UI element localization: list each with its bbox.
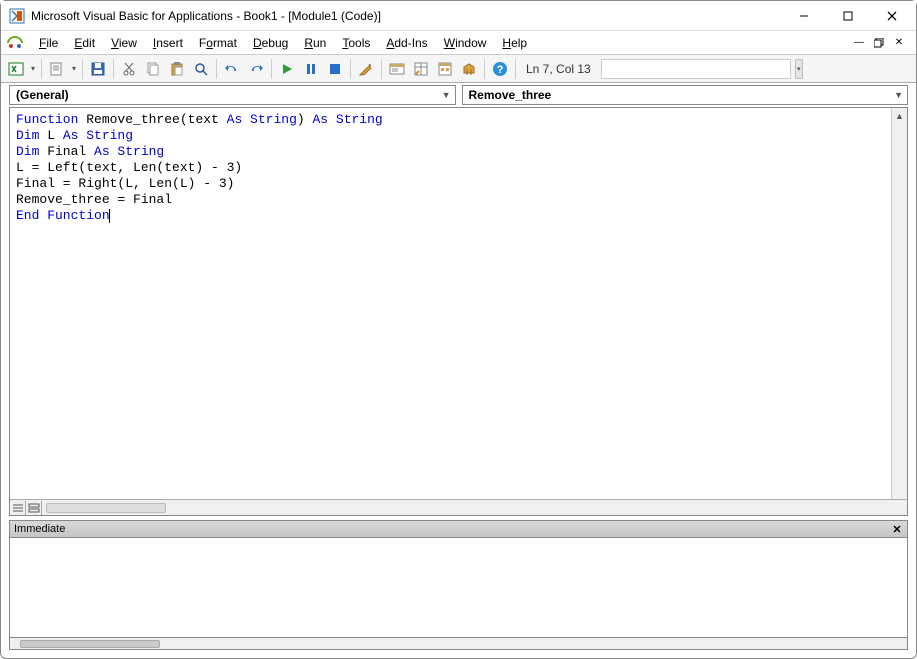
help-button[interactable]: ? — [489, 58, 511, 80]
code-footer — [10, 499, 907, 515]
view-excel-button[interactable] — [5, 58, 27, 80]
reset-button[interactable] — [324, 58, 346, 80]
immediate-scrollbar[interactable] — [9, 638, 908, 650]
menu-window[interactable]: Window — [436, 34, 495, 52]
toolbox-button[interactable] — [458, 58, 480, 80]
vertical-scrollbar[interactable]: ▲ — [891, 108, 907, 499]
procedure-view-button[interactable] — [10, 501, 26, 515]
menu-file[interactable]: File — [31, 34, 66, 52]
vba-icon — [5, 33, 25, 53]
procedure-combo-value: Remove_three — [469, 88, 895, 102]
menu-edit[interactable]: Edit — [66, 34, 103, 52]
full-module-view-button[interactable] — [26, 501, 42, 515]
find-button[interactable] — [190, 58, 212, 80]
object-combo-value: (General) — [16, 88, 442, 102]
toolbar: ▾ ▾ ? Ln 7, Col 13 ▾ — [1, 55, 916, 83]
code-text[interactable]: Function Remove_three(text As String) As… — [10, 108, 907, 228]
project-explorer-button[interactable] — [386, 58, 408, 80]
menu-help[interactable]: Help — [494, 34, 535, 52]
immediate-close-button[interactable]: ✕ — [889, 521, 905, 537]
menu-tools[interactable]: Tools — [334, 34, 378, 52]
immediate-body[interactable] — [9, 538, 908, 638]
chevron-down-icon: ▼ — [442, 90, 451, 100]
minimize-button[interactable] — [782, 2, 826, 30]
app-icon — [9, 8, 25, 24]
window-title: Microsoft Visual Basic for Applications … — [31, 9, 782, 23]
copy-button[interactable] — [142, 58, 164, 80]
properties-button[interactable] — [410, 58, 432, 80]
menu-run[interactable]: Run — [296, 34, 334, 52]
code-editor[interactable]: Function Remove_three(text As String) As… — [10, 108, 907, 499]
immediate-title: Immediate — [14, 523, 65, 535]
menu-addins[interactable]: Add-Ins — [378, 34, 435, 52]
svg-text:?: ? — [497, 64, 504, 76]
toolbar-options-button[interactable]: ▾ — [795, 59, 803, 79]
object-combo[interactable]: (General) ▼ — [9, 85, 456, 105]
chevron-down-icon: ▼ — [894, 90, 903, 100]
mdi-minimize-icon[interactable]: — — [850, 35, 868, 51]
titlebar: Microsoft Visual Basic for Applications … — [1, 1, 916, 31]
menubar: File Edit View Insert Format Debug Run T… — [1, 31, 916, 55]
mdi-controls: — ✕ — [850, 35, 912, 51]
code-dropdowns: (General) ▼ Remove_three ▼ — [1, 83, 916, 107]
cut-button[interactable] — [118, 58, 140, 80]
close-button[interactable] — [870, 2, 914, 30]
menu-debug[interactable]: Debug — [245, 34, 296, 52]
dropdown-icon[interactable]: ▾ — [29, 64, 37, 73]
cursor-position: Ln 7, Col 13 — [520, 62, 597, 76]
scroll-up-icon[interactable]: ▲ — [892, 108, 907, 124]
menu-insert[interactable]: Insert — [145, 34, 191, 52]
break-button[interactable] — [300, 58, 322, 80]
immediate-window: Immediate ✕ — [9, 520, 908, 650]
undo-button[interactable] — [221, 58, 243, 80]
status-box — [601, 59, 791, 79]
maximize-button[interactable] — [826, 2, 870, 30]
object-browser-button[interactable] — [434, 58, 456, 80]
horizontal-scrollbar[interactable] — [46, 503, 166, 513]
mdi-restore-icon[interactable] — [870, 35, 888, 51]
mdi-close-icon[interactable]: ✕ — [890, 35, 908, 51]
menu-view[interactable]: View — [103, 34, 145, 52]
procedure-combo[interactable]: Remove_three ▼ — [462, 85, 909, 105]
menu-format[interactable]: Format — [191, 34, 245, 52]
immediate-header[interactable]: Immediate ✕ — [9, 520, 908, 538]
design-mode-button[interactable] — [355, 58, 377, 80]
run-button[interactable] — [276, 58, 298, 80]
dropdown-icon[interactable]: ▾ — [70, 64, 78, 73]
paste-button[interactable] — [166, 58, 188, 80]
code-pane: Function Remove_three(text As String) As… — [9, 107, 908, 516]
save-button[interactable] — [87, 58, 109, 80]
insert-module-button[interactable] — [46, 58, 68, 80]
redo-button[interactable] — [245, 58, 267, 80]
